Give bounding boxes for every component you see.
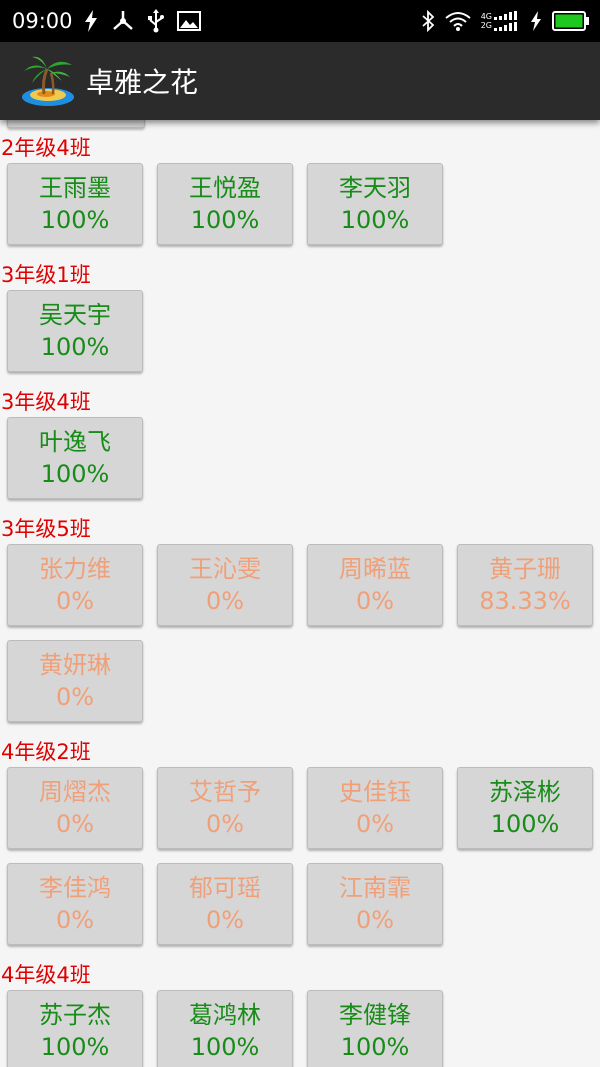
student-percent: 100% [490,810,560,838]
student-percent: 0% [205,810,245,838]
status-bar: 09:00 4G 2G [0,0,600,42]
student-button[interactable]: 郁可瑶 0% [157,863,293,945]
student-percent: 0% [55,587,95,615]
student-name: 王雨墨 [39,174,111,202]
student-percent: 0% [205,906,245,934]
class-label: 2年级4班 [1,136,91,160]
student-button[interactable]: 艾哲予 0% [157,767,293,849]
class-label: 4年级2班 [1,740,91,764]
student-button[interactable]: 李健锋 100% [307,990,443,1067]
class-label: 3年级4班 [1,390,91,414]
status-right: 4G 2G [421,10,590,32]
student-name: 李健锋 [339,1001,411,1029]
student-button[interactable]: 李佳鸿 0% [7,863,143,945]
student-percent: 100% [340,206,410,234]
class-label: 3年级1班 [1,263,91,287]
student-button[interactable]: 苏子杰 100% [7,990,143,1067]
student-button[interactable]: 李天羽 100% [307,163,443,245]
student-name: 葛鸿林 [189,1001,261,1029]
student-name: 周熠杰 [39,778,111,806]
student-percent: 0% [55,810,95,838]
student-name: 江南霏 [339,874,411,902]
student-name: 苏子杰 [39,1001,111,1029]
student-name: 史佳钰 [339,778,411,806]
student-percent: 100% [40,206,110,234]
student-button[interactable]: 周晞蓝 0% [307,544,443,626]
student-percent: 0% [205,587,245,615]
student-name: 李佳鸿 [39,874,111,902]
net-label-2g: 2G [480,21,492,30]
student-button[interactable]: 江南霏 0% [307,863,443,945]
network-type: 4G 2G [481,12,492,30]
student-button-clipped[interactable] [7,120,145,128]
student-percent: 100% [340,1033,410,1061]
student-button[interactable]: 周熠杰 0% [7,767,143,849]
student-name: 王悦盈 [189,174,261,202]
student-button[interactable]: 史佳钰 0% [307,767,443,849]
image-icon [176,11,201,31]
net-label-4g: 4G [480,12,492,21]
student-percent: 0% [55,906,95,934]
bluetooth-icon [421,10,435,32]
student-percent: 0% [355,906,395,934]
status-time: 09:00 [12,9,73,33]
student-percent: 0% [355,587,395,615]
usb-icon [147,9,165,33]
student-name: 黄妍琳 [39,651,111,679]
student-name: 李天羽 [339,174,411,202]
class-progress-list[interactable]: 2年级4班王雨墨 100% 王悦盈 100% 李天羽 100% 3年级1班吴天宇 100% 3年… [0,120,600,1067]
student-button[interactable]: 苏泽彬 100% [457,767,593,849]
student-button[interactable]: 黄妍琳 0% [7,640,143,722]
student-button[interactable]: 张力维 0% [7,544,143,626]
usb-share-icon [111,10,135,32]
student-name: 黄子珊 [489,555,561,583]
wifi-icon [445,11,471,31]
app-title: 卓雅之花 [86,66,199,99]
student-percent: 100% [190,206,260,234]
signal-icon [494,11,520,31]
student-percent: 100% [40,460,110,488]
student-percent: 100% [190,1033,260,1061]
student-name: 苏泽彬 [489,778,561,806]
student-button[interactable]: 王悦盈 100% [157,163,293,245]
student-name: 张力维 [39,555,111,583]
student-button[interactable]: 黄子珊 83.33% [457,544,593,626]
charging-icon [530,11,542,31]
student-percent: 83.33% [479,587,571,615]
palm-island-icon[interactable] [20,53,76,109]
student-button[interactable]: 葛鸿林 100% [157,990,293,1067]
app-bar: 卓雅之花 [0,42,600,120]
student-name: 周晞蓝 [339,555,411,583]
student-percent: 0% [55,683,95,711]
student-percent: 100% [40,333,110,361]
student-name: 郁可瑶 [189,874,261,902]
class-label: 4年级4班 [1,963,91,987]
class-label: 3年级5班 [1,517,91,541]
student-name: 王沁雯 [189,555,261,583]
student-name: 艾哲予 [189,778,261,806]
student-button[interactable]: 吴天宇 100% [7,290,143,372]
student-percent: 0% [355,810,395,838]
battery-icon [552,10,590,32]
flash-icon [83,10,99,32]
student-name: 叶逸飞 [39,428,111,456]
student-button[interactable]: 王沁雯 0% [157,544,293,626]
student-percent: 100% [40,1033,110,1061]
student-button[interactable]: 王雨墨 100% [7,163,143,245]
student-name: 吴天宇 [39,301,111,329]
student-button[interactable]: 叶逸飞 100% [7,417,143,499]
